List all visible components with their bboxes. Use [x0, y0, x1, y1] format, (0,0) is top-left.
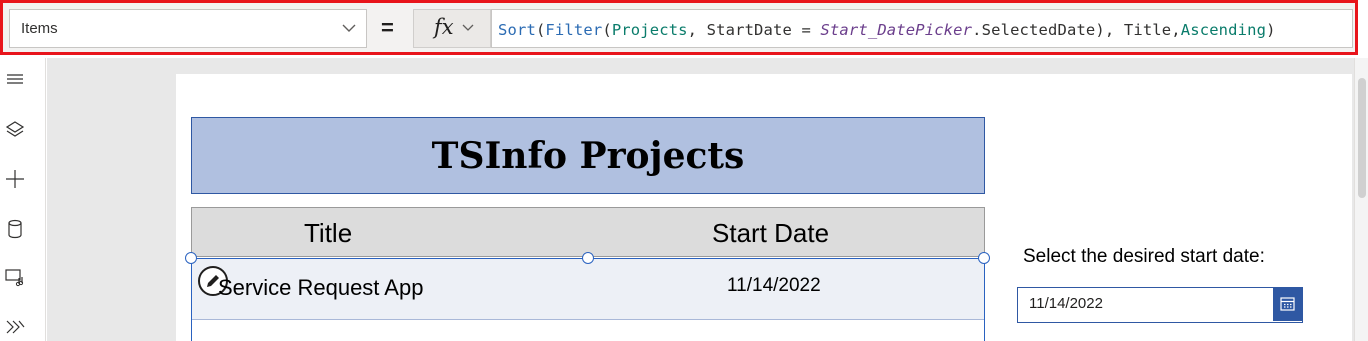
start-date-picker[interactable]: 11/14/2022	[1017, 287, 1303, 323]
menu-icon[interactable]	[4, 68, 26, 90]
title-label[interactable]: TSInfo Projects	[191, 117, 985, 194]
formula-bar: Items = fx Sort(Filter(Projects, StartDa…	[0, 0, 1358, 55]
formula-token: .SelectedDate), Title,	[972, 21, 1181, 39]
data-icon[interactable]	[4, 218, 26, 240]
fx-icon: fx	[434, 15, 454, 39]
layers-icon[interactable]	[4, 118, 26, 140]
flows-icon[interactable]	[4, 316, 26, 338]
formula-text: Sort(Filter(Projects, StartDate = Start_…	[498, 21, 1276, 39]
projects-gallery[interactable]: Service Request App 11/14/2022	[185, 252, 990, 341]
gallery-row[interactable]: Service Request App 11/14/2022	[192, 259, 984, 320]
left-rail	[0, 58, 46, 341]
chevron-down-icon	[462, 24, 474, 31]
vertical-scrollbar[interactable]	[1354, 58, 1368, 341]
date-picker-label: Select the desired start date:	[1023, 246, 1265, 267]
property-label: Items	[21, 20, 58, 37]
header-title: Title	[304, 218, 353, 248]
property-dropdown[interactable]: Items	[9, 9, 367, 48]
gallery-header[interactable]: Title Start Date	[191, 207, 985, 257]
formula-token: , StartDate =	[687, 21, 821, 39]
calendar-button[interactable]	[1273, 288, 1302, 321]
formula-input[interactable]: Sort(Filter(Projects, StartDate = Start_…	[491, 9, 1353, 48]
calendar-icon	[1280, 297, 1295, 311]
formula-token: (	[535, 21, 546, 39]
formula-token: )	[1266, 21, 1276, 39]
page-title: TSInfo Projects	[431, 134, 745, 177]
date-picker-value: 11/14/2022	[1029, 295, 1103, 312]
chevron-down-icon	[342, 24, 356, 32]
resize-handle-top-center[interactable]	[582, 252, 594, 264]
formula-token: Projects	[611, 21, 688, 39]
row-title: Service Request App	[218, 275, 424, 300]
header-start-date: Start Date	[712, 218, 830, 248]
media-icon[interactable]	[4, 266, 26, 288]
resize-handle-top-right[interactable]	[978, 252, 990, 264]
formula-token: Start_DatePicker	[820, 21, 973, 39]
formula-token: Filter	[545, 21, 603, 39]
scrollbar-thumb[interactable]	[1358, 78, 1366, 198]
formula-token: (	[602, 21, 612, 39]
formula-token: Sort	[498, 21, 536, 39]
add-icon[interactable]	[4, 168, 26, 190]
function-button[interactable]: fx	[413, 9, 491, 48]
equals-sign: =	[381, 15, 394, 40]
resize-handle-top-left[interactable]	[185, 252, 197, 264]
row-start-date: 11/14/2022	[727, 275, 821, 296]
formula-token: Ascending	[1180, 21, 1267, 39]
